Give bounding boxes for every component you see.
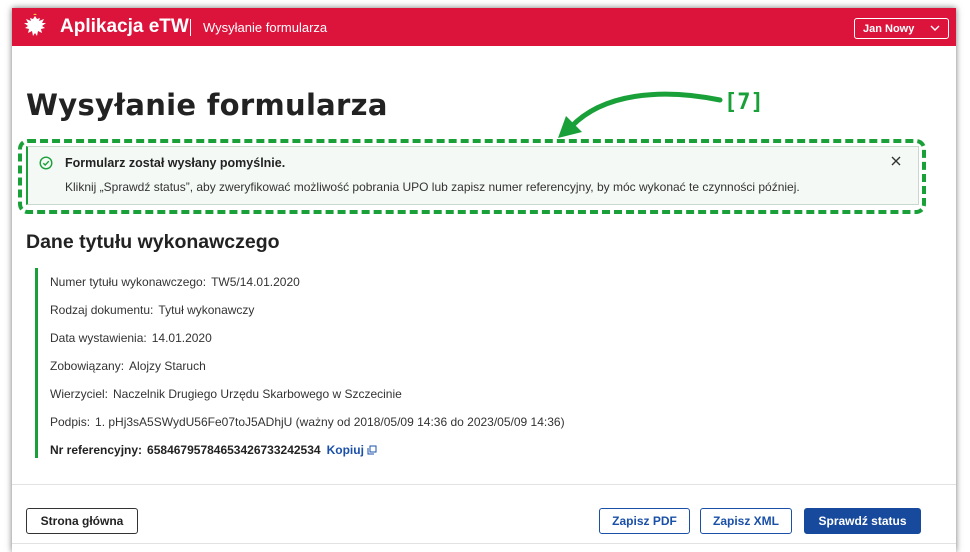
- check-circle-icon: [39, 156, 53, 170]
- details-accent-bar: [35, 268, 38, 458]
- copy-label: Kopiuj: [326, 443, 364, 457]
- detail-label: Zobowiązany:: [50, 359, 125, 373]
- detail-value: Naczelnik Drugiego Urzędu Skarbowego w S…: [113, 387, 402, 401]
- detail-label: Wierzyciel:: [50, 387, 109, 401]
- header-divider: [190, 19, 191, 36]
- copy-link[interactable]: Kopiuj: [327, 443, 377, 457]
- detail-value: 14.01.2020: [151, 331, 212, 345]
- app-window: Aplikacja eTW Wysyłanie formularza Jan N…: [12, 8, 956, 552]
- reference-label: Nr referencyjny:: [50, 443, 143, 457]
- detail-row-creditor: Wierzyciel: Naczelnik Drugiego Urzędu Ska…: [50, 387, 402, 401]
- save-xml-button[interactable]: Zapisz XML: [700, 508, 792, 534]
- detail-label: Data wystawienia:: [50, 331, 147, 345]
- detail-row-signature: Podpis: 1. pHj3sA5SWydU56Fe07toJ5ADhjU (w…: [50, 415, 565, 429]
- alert-title: Formularz został wysłany pomyślnie.: [65, 156, 286, 170]
- footer-divider: [12, 484, 956, 485]
- detail-label: Rodzaj dokumentu:: [50, 303, 154, 317]
- detail-label: Numer tytułu wykonawczego:: [50, 275, 207, 289]
- home-button[interactable]: Strona główna: [26, 508, 138, 534]
- reference-number: 65846795784653426733242534: [147, 443, 321, 457]
- user-name: Jan Nowy: [863, 22, 915, 35]
- close-icon[interactable]: [888, 153, 904, 169]
- detail-value: 1. pHj3sA5SWydU56Fe07toJ5ADhjU (ważny od…: [95, 415, 565, 429]
- detail-value: Tytuł wykonawczy: [158, 303, 255, 317]
- detail-value: Alojzy Staruch: [129, 359, 206, 373]
- annotation-label: [7]: [724, 90, 764, 115]
- detail-label: Podpis:: [50, 415, 91, 429]
- section-title: Dane tytułu wykonawczego: [26, 231, 280, 253]
- check-status-button[interactable]: Sprawdź status: [804, 508, 921, 534]
- user-menu-button[interactable]: Jan Nowy: [854, 18, 949, 39]
- header-subtitle: Wysyłanie formularza: [203, 20, 328, 35]
- chevron-down-icon: [930, 25, 940, 31]
- top-header: Aplikacja eTW Wysyłanie formularza Jan N…: [12, 8, 956, 46]
- save-pdf-button[interactable]: Zapisz PDF: [599, 508, 690, 534]
- eagle-emblem-icon: [24, 13, 46, 36]
- success-alert: Formularz został wysłany pomyślnie. Klik…: [26, 146, 919, 205]
- detail-row-reference: Nr referencyjny: 658467957846534267332425…: [50, 443, 377, 457]
- detail-row-obligor: Zobowiązany: Alojzy Staruch: [50, 359, 206, 373]
- alert-message: Kliknij „Sprawdź status”, aby zweryfikow…: [65, 180, 800, 194]
- page-title: Wysyłanie formularza: [26, 88, 388, 122]
- detail-row-issue-date: Data wystawienia: 14.01.2020: [50, 331, 212, 345]
- app-title[interactable]: Aplikacja eTW: [60, 15, 189, 39]
- copy-icon: [367, 445, 377, 455]
- detail-row-document-type: Rodzaj dokumentu: Tytuł wykonawczy: [50, 303, 254, 317]
- detail-row-title-number: Numer tytułu wykonawczego: TW5/14.01.2020: [50, 275, 300, 289]
- detail-value: TW5/14.01.2020: [211, 275, 300, 289]
- footer-bottom-divider: [12, 543, 956, 544]
